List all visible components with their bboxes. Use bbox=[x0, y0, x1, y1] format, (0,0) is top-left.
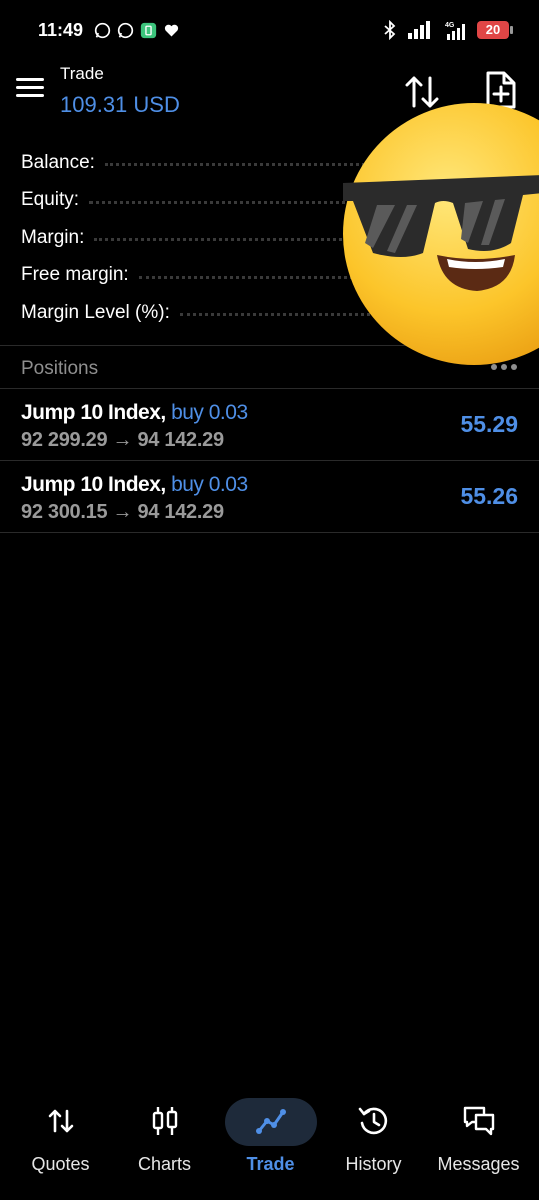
account-label: Equity: bbox=[21, 189, 80, 211]
position-profit: 55.29 bbox=[460, 411, 518, 437]
position-row[interactable]: Jump 10 Index, buy 0.03 92 300.15 → 94 1… bbox=[0, 461, 539, 533]
nav-history[interactable]: History bbox=[321, 1090, 426, 1190]
nav-charts[interactable]: Charts bbox=[112, 1090, 217, 1190]
position-symbol-line: Jump 10 Index, buy 0.03 bbox=[21, 473, 248, 497]
heart-icon bbox=[164, 24, 179, 37]
battery-icon: 20 bbox=[477, 21, 513, 39]
notification-icons bbox=[94, 22, 180, 39]
position-row[interactable]: Jump 10 Index, buy 0.03 92 299.29 → 94 1… bbox=[0, 389, 539, 461]
whatsapp-icon bbox=[94, 22, 111, 39]
nav-label: Charts bbox=[137, 1154, 191, 1174]
menu-icon-bar bbox=[16, 86, 44, 89]
history-icon bbox=[358, 1107, 387, 1135]
menu-button[interactable] bbox=[16, 78, 44, 104]
account-label: Margin Level (%): bbox=[21, 301, 170, 323]
position-side: buy 0.03 bbox=[171, 401, 248, 424]
sunglasses-emoji-sticker bbox=[343, 103, 539, 365]
divider bbox=[0, 532, 539, 533]
charts-icon bbox=[152, 1107, 177, 1135]
nav-label: History bbox=[345, 1154, 402, 1174]
app-notification-icon bbox=[140, 22, 157, 39]
position-symbol-line: Jump 10 Index, buy 0.03 bbox=[21, 401, 248, 425]
system-icons: 4G 20 bbox=[383, 20, 513, 40]
nav-trade[interactable]: Trade bbox=[218, 1090, 323, 1190]
bluetooth-icon bbox=[384, 20, 396, 40]
nav-label: Messages bbox=[437, 1154, 520, 1174]
position-prices: 92 299.29 → 94 142.29 bbox=[21, 429, 224, 451]
position-profit: 55.26 bbox=[460, 483, 518, 509]
account-label: Margin: bbox=[21, 226, 85, 248]
svg-text:4G: 4G bbox=[445, 22, 455, 29]
trade-icon bbox=[255, 1109, 286, 1134]
menu-icon-bar bbox=[16, 94, 44, 97]
nav-messages[interactable]: Messages bbox=[426, 1090, 531, 1190]
more-options-icon[interactable] bbox=[491, 364, 517, 372]
header-balance: 109.31 USD bbox=[60, 92, 180, 117]
bottom-navigation: Quotes Charts Trade History Messages bbox=[0, 1090, 539, 1200]
nav-quotes[interactable]: Quotes bbox=[8, 1090, 113, 1190]
nav-label: Quotes bbox=[31, 1154, 90, 1174]
page-title: Trade bbox=[60, 64, 104, 83]
position-symbol: Jump 10 Index, bbox=[21, 401, 166, 424]
nav-label: Trade bbox=[246, 1154, 295, 1174]
position-prices: 92 300.15 → 94 142.29 bbox=[21, 501, 224, 523]
messages-icon bbox=[463, 1106, 494, 1136]
account-label: Free margin: bbox=[21, 264, 129, 286]
positions-title: Positions bbox=[21, 358, 99, 379]
menu-icon-bar bbox=[16, 78, 44, 81]
signal-icon bbox=[408, 21, 430, 39]
status-time: 11:49 bbox=[38, 20, 84, 40]
quotes-icon bbox=[48, 1109, 73, 1133]
position-symbol: Jump 10 Index, bbox=[21, 473, 166, 496]
whatsapp-business-icon bbox=[117, 22, 134, 39]
account-label: Balance: bbox=[21, 151, 95, 173]
status-bar: 11:49 4G 20 bbox=[0, 0, 539, 62]
position-side: buy 0.03 bbox=[171, 473, 248, 496]
signal-4g-icon: 4G bbox=[445, 22, 465, 40]
